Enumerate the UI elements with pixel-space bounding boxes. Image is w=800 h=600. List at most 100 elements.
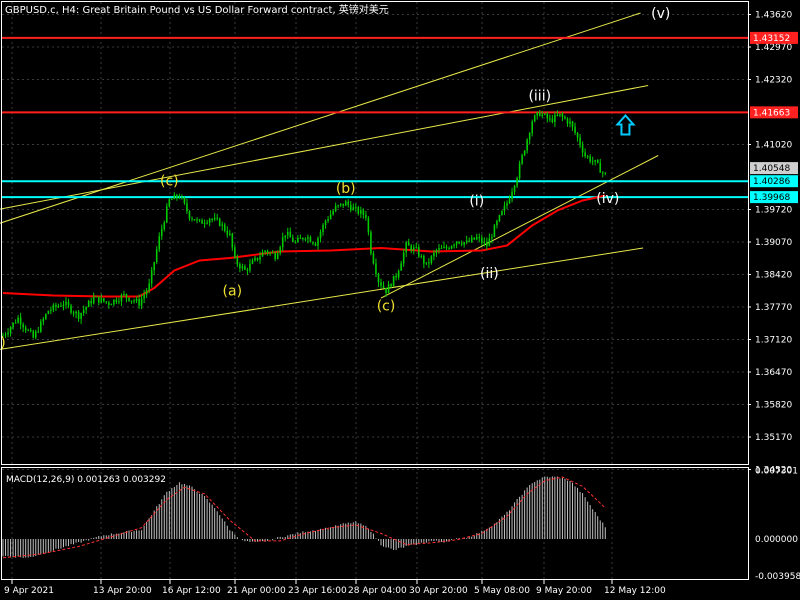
candle-body [304, 238, 307, 240]
candle-body [395, 275, 397, 278]
candle-body [191, 218, 193, 220]
candle-body [576, 132, 579, 138]
candle-body [438, 248, 440, 251]
candle-body [468, 240, 470, 242]
candle-body [566, 118, 569, 124]
candle-body [481, 237, 483, 243]
candle-body [264, 250, 266, 253]
candle-body [281, 237, 284, 248]
candle-body [70, 305, 72, 313]
candle-body [221, 224, 224, 226]
candle-body [183, 197, 186, 204]
candle-body [367, 217, 370, 233]
price-tag-label: 1.40548 [753, 164, 790, 174]
y-tick-label: 1.38420 [755, 271, 792, 281]
candle-body [579, 137, 581, 146]
candle-body [521, 155, 523, 164]
candle-body [541, 114, 544, 117]
candle-body [105, 301, 108, 303]
candle-body [198, 219, 201, 221]
candle-body [511, 191, 513, 199]
candle-body [95, 296, 98, 298]
candle-body [19, 317, 22, 325]
y-tick-label: 1.42970 [755, 43, 792, 53]
candle-body [420, 255, 423, 257]
candle-body [123, 293, 125, 296]
y-tick-label: 1.43620 [755, 11, 792, 21]
x-tick-label: 21 Apr 00:00 [227, 586, 286, 596]
candle-body [65, 301, 67, 305]
x-tick-label: 9 Apr 2021 [4, 586, 54, 596]
candle-body [375, 263, 377, 274]
candle-body [239, 264, 241, 269]
candle-body [380, 282, 382, 286]
candle-body [455, 241, 458, 245]
candle-body [256, 257, 259, 260]
candle-body [274, 253, 276, 259]
candle-body [289, 232, 292, 238]
candle-body [327, 219, 329, 221]
price-tag-label: 1.41663 [753, 108, 790, 118]
candle-body [133, 300, 135, 302]
candle-body [108, 302, 110, 305]
candle-body [387, 284, 390, 294]
candle-body [231, 233, 234, 248]
candle-body [279, 247, 281, 254]
candle-body [213, 217, 216, 220]
candle-body [143, 294, 145, 299]
candle-body [435, 250, 438, 253]
candle-body [486, 241, 488, 247]
candle-body [433, 252, 435, 257]
candle-body [334, 206, 337, 212]
candle-body [229, 233, 231, 235]
chart-background [0, 0, 800, 600]
candle-body [17, 317, 19, 323]
candle-body [47, 310, 50, 315]
candle-body [596, 159, 599, 163]
candle-body [425, 262, 428, 264]
candle-body [360, 210, 362, 214]
candle-body [135, 298, 138, 301]
candle-body [223, 224, 226, 231]
chart-window: (c) (a) (b) (c) (i) (ii) (iii) (iv) (v)) 1.43620… [0, 0, 800, 600]
candle-body [67, 301, 70, 306]
candle-body [546, 113, 549, 119]
candle-body [241, 266, 244, 269]
candle-body [312, 242, 314, 244]
candle-body [153, 262, 155, 271]
candle-body [503, 205, 506, 211]
candle-body [488, 238, 491, 247]
candle-body [55, 304, 57, 307]
candle-body [604, 172, 607, 174]
y-tick-label: 1.39720 [755, 206, 792, 216]
candle-body [339, 203, 342, 206]
candle-body [103, 298, 105, 302]
candle-body [77, 311, 80, 319]
candle-body [443, 246, 445, 248]
candle-body [100, 298, 103, 303]
x-tick-label: 9 May 20:00 [536, 586, 592, 596]
candle-body [586, 156, 589, 158]
candle-body [72, 312, 75, 314]
candle-body [460, 243, 463, 245]
candle-body [355, 207, 357, 209]
candle-body [523, 150, 526, 156]
y-tick-label: 1.35820 [755, 401, 792, 411]
candle-body [405, 242, 407, 253]
candle-body [329, 214, 332, 220]
candle-body [236, 257, 239, 265]
candle-body [392, 275, 395, 287]
y-tick-label: 1.37770 [755, 303, 792, 313]
candle-body [9, 327, 12, 333]
y-tick-label: 1.42320 [755, 76, 792, 86]
x-tick-label: 16 Apr 12:00 [162, 586, 221, 596]
candle-body [34, 331, 37, 338]
candle-body [309, 237, 312, 243]
candle-body [402, 252, 405, 264]
candle-body [377, 273, 380, 283]
x-tick-label: 13 Apr 20:00 [93, 586, 152, 596]
candle-body [498, 215, 501, 221]
candle-body [470, 237, 473, 242]
candle-body [501, 210, 503, 216]
candle-body [125, 293, 128, 298]
